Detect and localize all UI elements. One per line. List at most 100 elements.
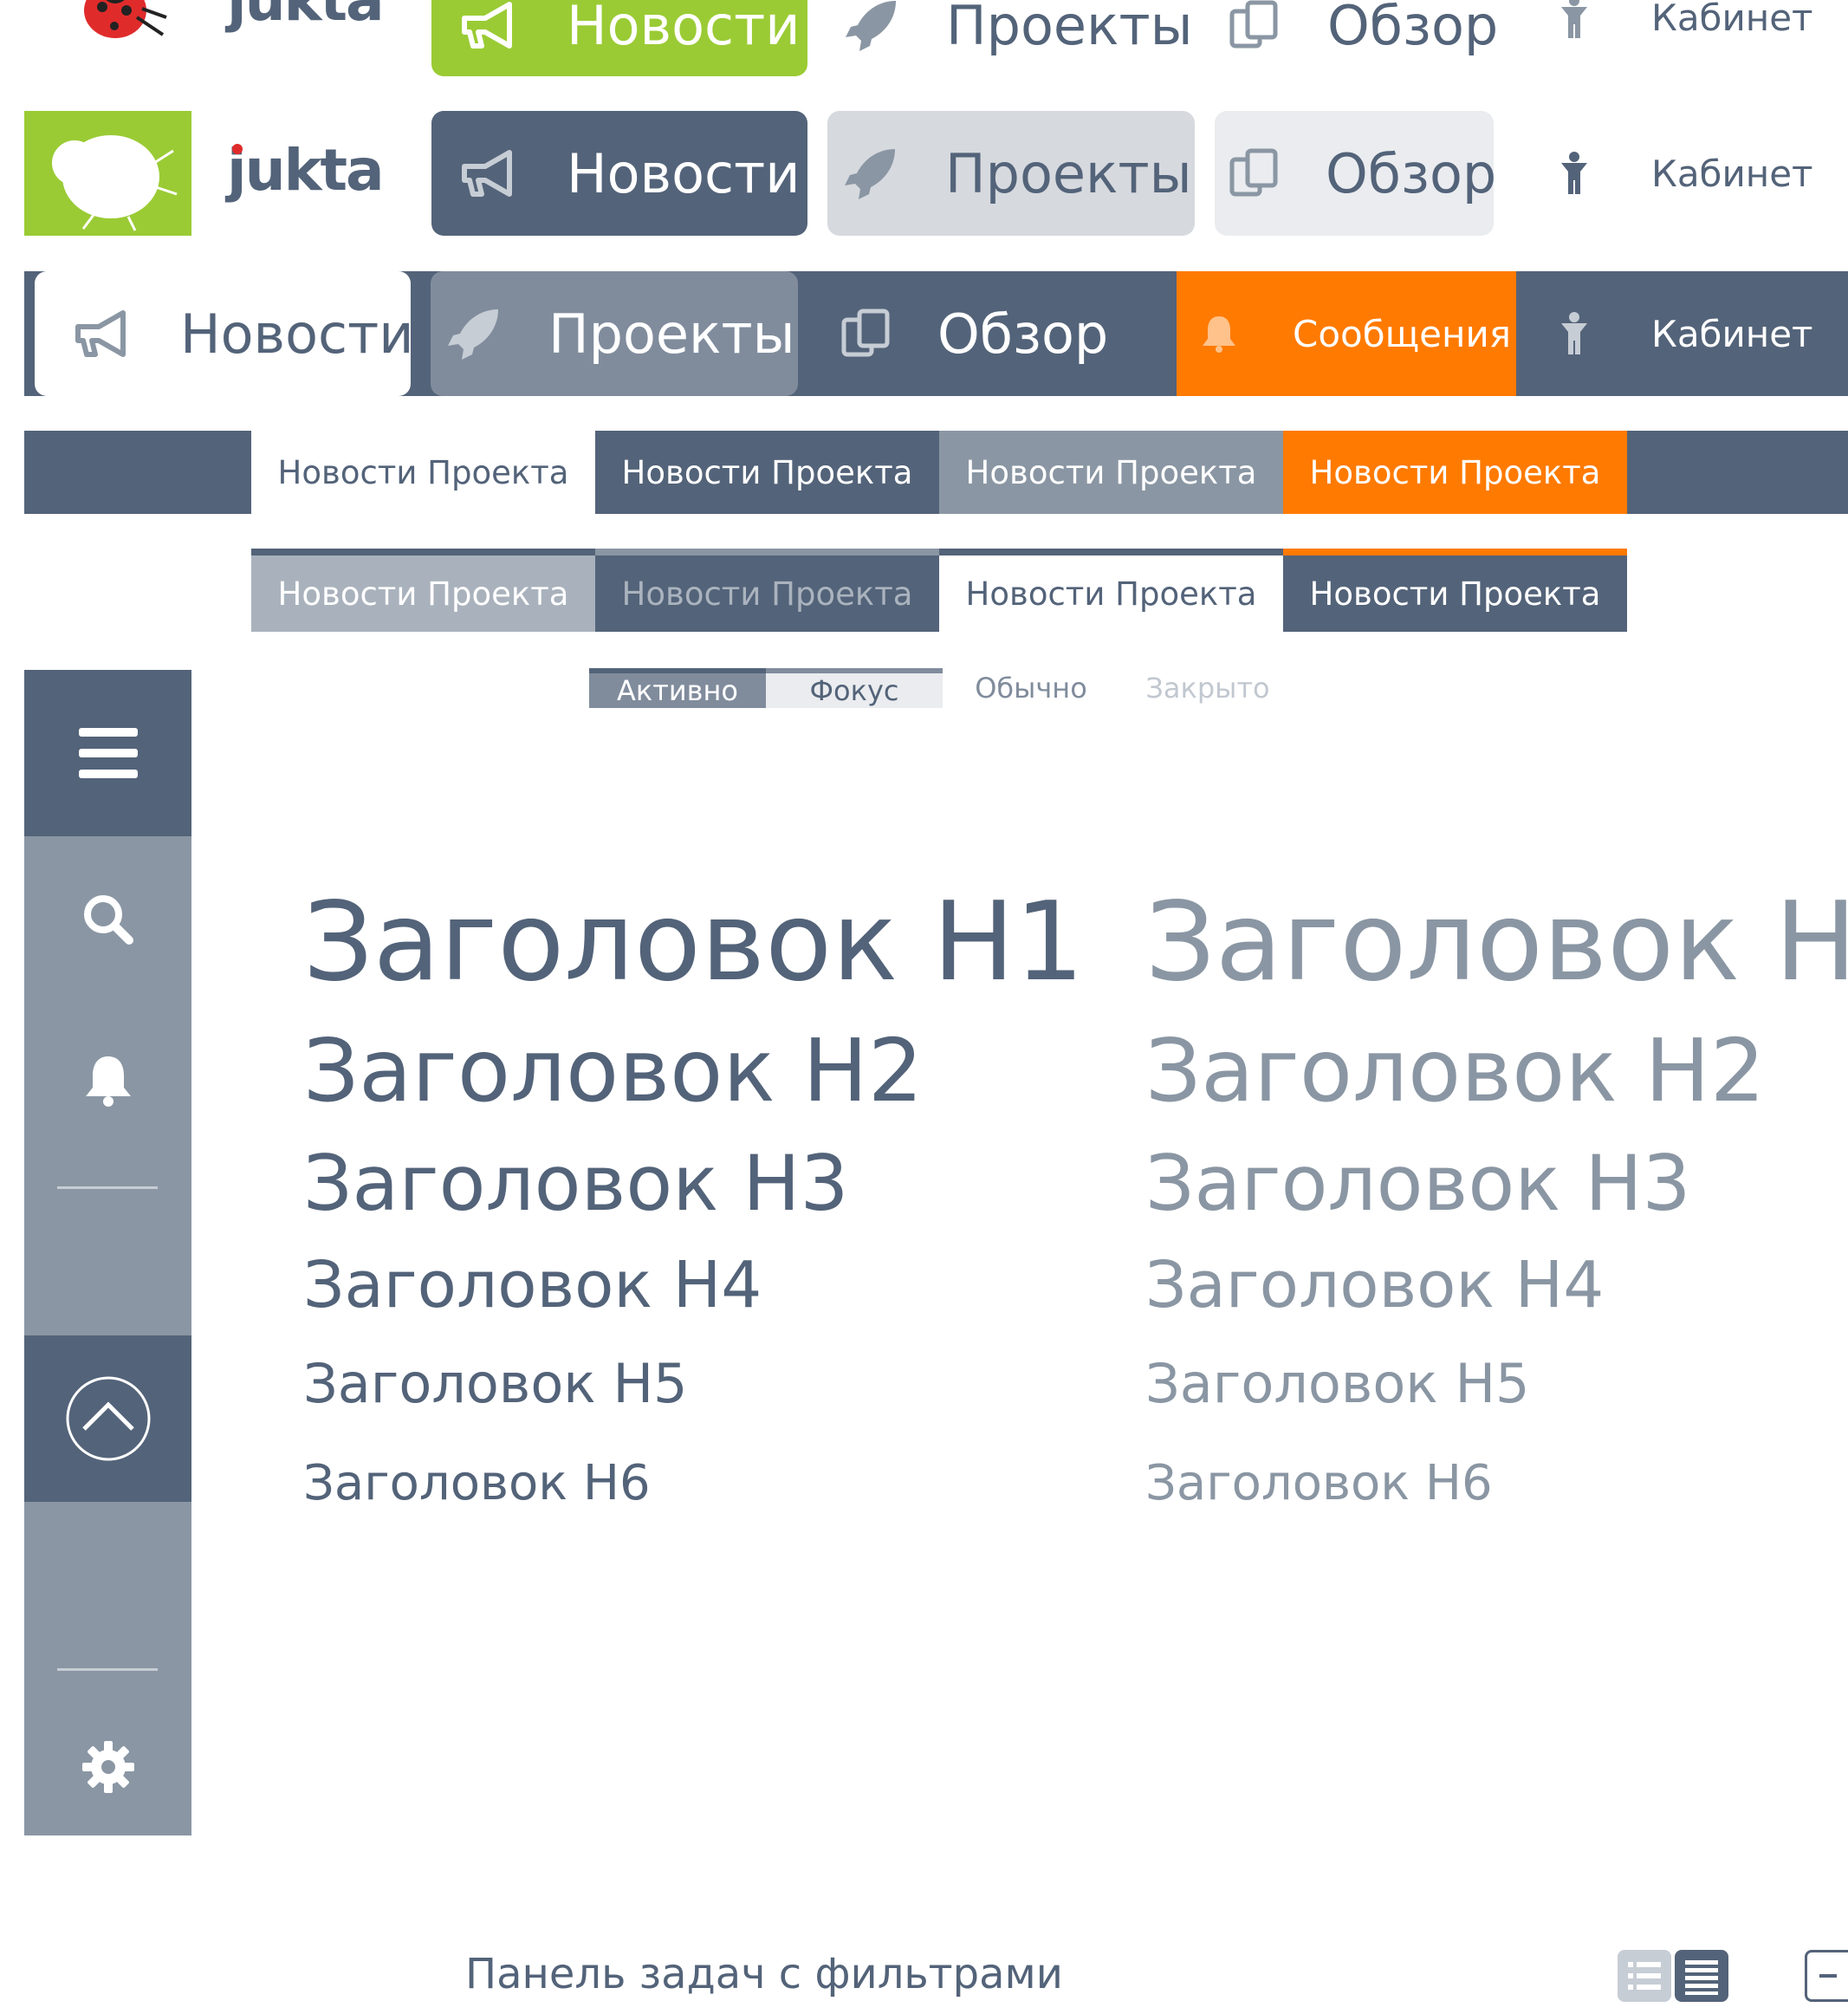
megaphone-icon — [462, 2, 512, 49]
nav-projects-button[interactable]: Проекты — [827, 111, 1195, 236]
megaphone-icon — [75, 310, 126, 357]
nav-news-button[interactable]: Новости — [35, 271, 414, 396]
nav-row-3: Новости Проекты Обзор Сообщения Кабинет — [24, 271, 1848, 396]
tab-label: Новости Проекта — [277, 453, 569, 491]
heading-h3: Заголовок H3 — [303, 1139, 849, 1228]
brand-wordmark: jukta — [227, 0, 385, 34]
sidebar-divider — [57, 1186, 158, 1189]
nav-news-label: Новости — [567, 0, 801, 57]
nav-overview-label: Обзор — [1327, 0, 1499, 57]
detail-list-view-button[interactable] — [1675, 1950, 1728, 2002]
heading-h5: Заголовок H5 — [1145, 1352, 1530, 1415]
heading-h2: Заголовок H2 — [1145, 1020, 1766, 1121]
nav-overview-button[interactable]: Обзор — [1215, 111, 1497, 236]
collapse-button[interactable] — [1805, 1950, 1848, 2002]
state-active: Активно — [589, 668, 766, 708]
nav-overview-button[interactable]: Обзор — [828, 271, 1157, 396]
rocket-icon — [448, 309, 498, 360]
tab-news-project-light[interactable]: Новости Проекта — [251, 549, 595, 632]
logo-tile — [24, 111, 191, 236]
list-icon — [1628, 1962, 1661, 1990]
tab-news-project-white[interactable]: Новости Проекта — [251, 431, 595, 514]
state-active-label: Активно — [616, 674, 738, 707]
settings-button[interactable] — [24, 1699, 191, 1834]
nav-projects-button[interactable]: Проекты — [431, 271, 798, 396]
nav-cabinet-label: Кабинет — [1651, 0, 1813, 39]
heading-h5: Заголовок H5 — [303, 1352, 688, 1415]
documents-icon — [841, 309, 890, 357]
brand-wordmark: jukta — [227, 137, 385, 204]
nav-overview-label: Обзор — [1326, 141, 1497, 205]
scroll-up-button[interactable] — [24, 1335, 191, 1502]
detail-list-icon — [1685, 1960, 1718, 1995]
heading-h1: Заголовок H1 — [303, 878, 1085, 1005]
nav-messages-button[interactable]: Сообщения — [1177, 271, 1516, 396]
taskbar-title: Панель задач с фильтрами — [465, 1950, 1063, 1998]
ladybug-logo-icon — [52, 135, 178, 231]
nav-news-label: Новости — [180, 302, 414, 366]
nav-cabinet-label: Кабинет — [1651, 152, 1813, 195]
headings-light: Заголовок H1 Заголовок H2 Заголовок H3 З… — [1145, 867, 1848, 1560]
tab-label: Новости Проекта — [621, 453, 913, 491]
bell-icon — [1203, 316, 1235, 353]
state-closed: Закрыто — [1119, 668, 1296, 708]
nav-overview-button[interactable]: Обзор — [1225, 0, 1502, 76]
person-icon — [1561, 0, 1587, 38]
list-view-button[interactable] — [1618, 1950, 1671, 2002]
headings-dark: Заголовок H1 Заголовок H2 Заголовок H3 З… — [303, 867, 1085, 1560]
tab-label: Новости Проекта — [965, 575, 1257, 613]
brand-dot — [232, 144, 243, 154]
nav-projects-label: Проекты — [548, 302, 795, 366]
heading-h3: Заголовок H3 — [1145, 1139, 1691, 1228]
state-normal-label: Обычно — [975, 672, 1087, 705]
tab-label: Новости Проекта — [965, 453, 1257, 491]
nav-overview-label: Обзор — [937, 302, 1109, 366]
search-button[interactable] — [24, 836, 191, 1003]
brand-name: jukta — [227, 137, 385, 204]
tab-news-project-dark[interactable]: Новости Проекта — [595, 431, 939, 514]
person-icon — [1561, 152, 1587, 194]
nav-projects-label: Проекты — [945, 141, 1192, 205]
tab-news-project-orange[interactable]: Новости Проекта — [1283, 431, 1627, 514]
nav-cabinet-button[interactable]: Кабинет — [1559, 0, 1819, 52]
heading-h4: Заголовок H4 — [1145, 1248, 1605, 1322]
heading-h6: Заголовок H6 — [1145, 1455, 1493, 1511]
menu-icon — [78, 728, 138, 778]
tab-news-project-highlight[interactable]: Новости Проекта — [1283, 549, 1627, 632]
tab-news-project-muted[interactable]: Новости Проекта — [595, 549, 939, 632]
search-icon — [83, 895, 133, 945]
nav-news-label: Новости — [567, 141, 801, 205]
megaphone-icon — [462, 150, 512, 197]
nav-row-2: jukta Новости Проекты Обзор Кабинет — [0, 111, 1848, 237]
tab-news-project-selected[interactable]: Новости Проекта — [939, 549, 1283, 632]
sidebar-divider — [57, 1668, 158, 1671]
nav-news-button[interactable]: Новости — [431, 0, 807, 76]
tab-news-project-grey[interactable]: Новости Проекта — [939, 431, 1283, 514]
tab-label: Новости Проекта — [621, 575, 913, 613]
nav-projects-label: Проекты — [946, 0, 1193, 57]
notifications-button[interactable] — [24, 1003, 191, 1159]
tab-label: Новости Проекта — [1309, 575, 1601, 613]
sidebar — [24, 670, 191, 1835]
minus-icon — [1819, 1974, 1837, 1978]
state-closed-label: Закрыто — [1145, 672, 1270, 705]
tabs-row-1: Новости Проекта Новости Проекта Новости … — [24, 431, 1848, 514]
heading-h4: Заголовок H4 — [303, 1248, 762, 1322]
nav-cabinet-button[interactable]: Кабинет — [1559, 299, 1819, 368]
chevron-up-icon — [66, 1376, 150, 1461]
nav-cabinet-button[interactable]: Кабинет — [1559, 139, 1819, 208]
gear-icon — [81, 1740, 134, 1793]
state-focus-label: Фокус — [809, 674, 899, 707]
nav-news-button[interactable]: Новости — [431, 111, 807, 236]
rocket-icon — [845, 149, 895, 199]
heading-h6: Заголовок H6 — [303, 1455, 651, 1511]
heading-h1: Заголовок H1 — [1145, 878, 1848, 1005]
documents-icon — [1229, 0, 1278, 49]
rocket-icon — [846, 1, 896, 51]
menu-button[interactable] — [24, 670, 191, 836]
tab-label: Новости Проекта — [277, 575, 569, 613]
documents-icon — [1229, 148, 1278, 197]
nav-projects-button[interactable]: Проекты — [839, 0, 1203, 76]
heading-h2: Заголовок H2 — [303, 1020, 924, 1121]
nav-messages-label: Сообщения — [1293, 312, 1512, 355]
